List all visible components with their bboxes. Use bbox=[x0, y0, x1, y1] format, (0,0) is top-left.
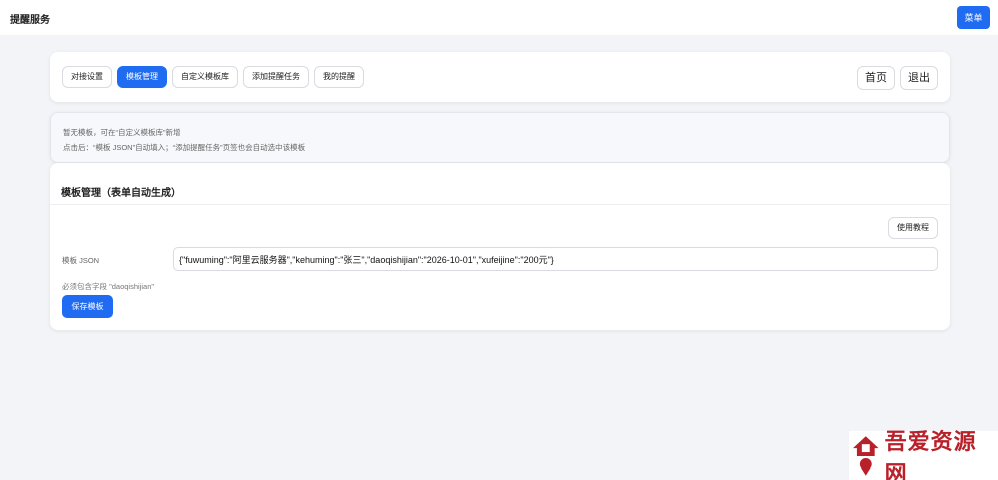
tab-my-reminders[interactable]: 我的提醒 bbox=[314, 66, 364, 88]
template-card: 模板管理（表单自动生成） 使用教程 模板 JSON 必须包含字段 "daoqis… bbox=[50, 163, 950, 330]
top-bar: 提醒服务 菜单 bbox=[0, 0, 998, 35]
template-json-input[interactable] bbox=[173, 247, 938, 271]
watermark-house-icon bbox=[852, 435, 879, 476]
watermark-text: 吾爱资源网 bbox=[884, 428, 977, 480]
menu-button[interactable]: 菜单 bbox=[957, 6, 990, 29]
logout-button[interactable]: 退出 bbox=[900, 66, 938, 90]
notice-card: 暂无模板，可在“自定义模板库”新增 点击后：“模板 JSON”自动填入；“添加提… bbox=[50, 112, 950, 163]
tab-template-management[interactable]: 模板管理 bbox=[117, 66, 167, 88]
save-template-button[interactable]: 保存模板 bbox=[62, 295, 113, 318]
nav-card: 对接设置 模板管理 自定义模板库 添加提醒任务 我的提醒 首页 退出 bbox=[50, 52, 950, 102]
tab-custom-template-library[interactable]: 自定义模板库 bbox=[172, 66, 238, 88]
tab-bar: 对接设置 模板管理 自定义模板库 添加提醒任务 我的提醒 bbox=[62, 66, 364, 88]
home-button[interactable]: 首页 bbox=[857, 66, 895, 90]
notice-help-text: 点击后：“模板 JSON”自动填入；“添加提醒任务”页签也会自动选中该模板 bbox=[63, 143, 306, 152]
section-title: 模板管理（表单自动生成） bbox=[61, 188, 181, 199]
required-field-hint: 必须包含字段 "daoqishijian" bbox=[62, 282, 155, 291]
nav-actions: 首页 退出 bbox=[857, 66, 938, 90]
json-field-label: 模板 JSON bbox=[62, 256, 100, 265]
tab-add-reminder-task[interactable]: 添加提醒任务 bbox=[243, 66, 309, 88]
tab-integration-settings[interactable]: 对接设置 bbox=[62, 66, 112, 88]
watermark: 吾爱资源网 bbox=[849, 429, 998, 480]
notice-empty-text: 暂无模板，可在“自定义模板库”新增 bbox=[63, 128, 181, 137]
app-title: 提醒服务 bbox=[10, 15, 50, 26]
divider bbox=[50, 204, 950, 205]
tutorial-button[interactable]: 使用教程 bbox=[888, 217, 938, 239]
